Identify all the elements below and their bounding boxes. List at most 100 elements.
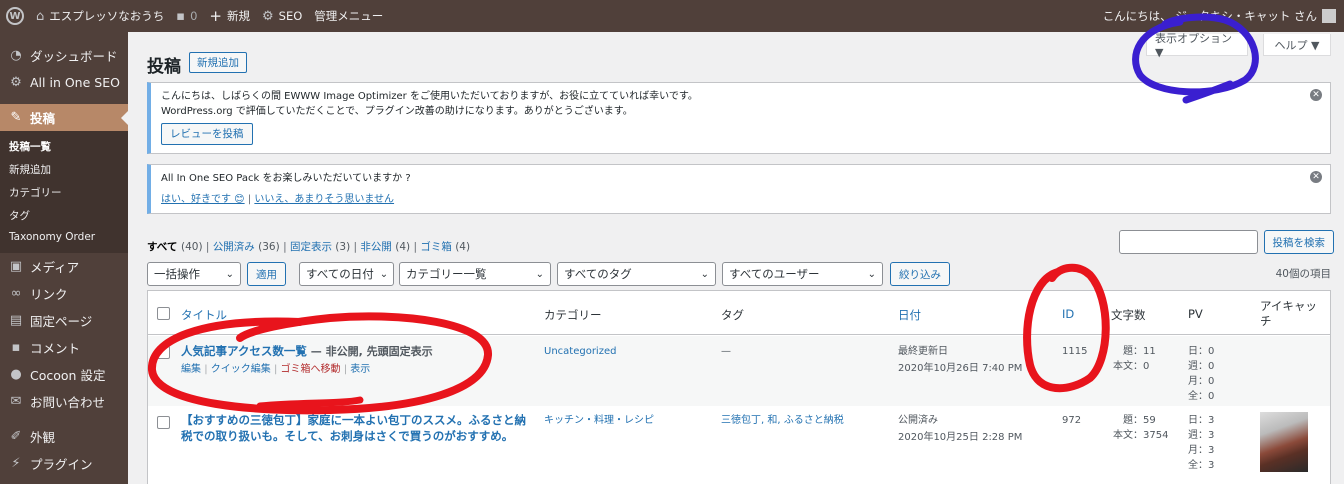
title-cell: 【おすすめの三徳包丁】家庭に一本よい包丁のススメ。ふるさと納 税での取り扱いも。そ… [181,412,526,444]
feedback-no-link[interactable]: いいえ、あまりそう思いません [254,194,394,205]
seo-label: SEO [278,9,303,23]
menu-label: 固定ページ [30,314,93,329]
plus-icon: + [209,7,222,25]
menu-posts[interactable]: ✎ 投稿 [0,104,128,131]
my-account-menu[interactable]: こんにちは、 ジ・タキシ・キャット さん [1097,0,1344,32]
feedback-yes-link[interactable]: はい、好きです 😊 [161,194,245,205]
pv-month: 月：3 [1188,445,1215,456]
menu-links[interactable]: ∞ リンク [0,280,128,307]
new-label: 新規 [226,9,250,23]
status-filters: すべて (40) | 公開済み (36) | 固定表示 (3) | 非公開 (4… [147,239,470,254]
site-name-menu[interactable]: ⌂ エスプレッソなおうち [30,0,170,32]
mail-icon: ✉ [10,394,22,409]
post-review-button[interactable]: レビューを投稿 [161,123,253,145]
seo-menu[interactable]: ⚙ SEO [256,0,308,32]
column-id[interactable]: ID [1062,307,1074,321]
column-date[interactable]: 日付 [898,307,921,323]
chars-cell: 題：59 本文：3754 [1113,413,1168,443]
filter-sticky[interactable]: 固定表示 (3) [290,241,350,253]
avatar [1322,9,1336,23]
submenu-all-posts[interactable]: 投稿一覧 [0,135,128,158]
menu-pages[interactable]: ▤ 固定ページ [0,307,128,334]
quick-edit-link[interactable]: クイック編集 [211,364,271,375]
post-title-link[interactable]: 【おすすめの三徳包丁】家庭に一本よい包丁のススメ。ふるさと納 税での取り扱いも。そ… [181,412,526,444]
screen-options-button[interactable]: 表示オプション ▼ [1146,32,1248,59]
edit-link[interactable]: 編集 [181,364,201,375]
menu-dashboard[interactable]: ◔ ダッシュボード [0,42,128,69]
submenu-categories[interactable]: カテゴリー [0,181,128,204]
pv-all: 全：0 [1188,391,1215,402]
filter-trash[interactable]: ゴミ箱 (4) [420,241,470,253]
row-checkbox[interactable] [157,346,170,359]
tag-filter-select[interactable]: すべてのタグ ⌄ [557,262,716,286]
view-link[interactable]: 表示 [350,364,370,375]
new-content-menu[interactable]: + 新規 [203,0,256,32]
search-posts-button[interactable]: 投稿を検索 [1263,230,1334,254]
notice-text: All In One SEO Pack をお楽しみいただいていますか ? [161,173,411,184]
comments-menu[interactable]: ▪ 0 [170,0,203,32]
circle-icon: ● [10,367,22,382]
filter-label: 固定表示 [289,241,332,253]
column-tags: タグ [721,308,744,322]
column-title[interactable]: タイトル [181,307,227,323]
filter-button[interactable]: 絞り込み [890,262,950,286]
dismiss-icon[interactable]: ✕ [1310,89,1322,101]
menu-cocoon[interactable]: ● Cocoon 設定 [0,361,128,388]
submenu-add-new[interactable]: 新規追加 [0,158,128,181]
dismiss-icon[interactable]: ✕ [1310,171,1322,183]
date-value: 2020年10月25日 2:28 PM [898,432,1023,443]
filter-count: (40) [181,241,203,253]
add-new-post-button[interactable]: 新規追加 [189,52,247,73]
filter-label: 非公開 [360,241,392,253]
filter-all[interactable]: すべて (40) [147,241,203,253]
brush-icon: ✐ [10,429,22,444]
filter-private[interactable]: 非公開 (4) [360,241,410,253]
post-title-link[interactable]: 人気記事アクセス数一覧 [181,344,307,358]
category-link[interactable]: Uncategorized [544,344,616,359]
menu-label: メディア [30,260,80,275]
wp-logo-menu[interactable]: W [0,0,30,32]
admin-menu-link[interactable]: 管理メニュー [308,0,389,32]
menu-plugins[interactable]: ⚡ プラグイン [0,450,128,477]
date-value: 2020年10月26日 7:40 PM [898,363,1023,374]
user-filter-select[interactable]: すべてのユーザー ⌄ [722,262,883,286]
post-search-input[interactable] [1118,230,1258,254]
table-row: 人気記事アクセス数一覧 — 非公開, 先頭固定表示 編集 | クイック編集 | … [148,336,1330,406]
title-cell: 人気記事アクセス数一覧 — 非公開, 先頭固定表示 編集 | クイック編集 | … [181,343,433,377]
date-filter-select[interactable]: すべての日付 ⌄ [299,262,394,286]
submenu-tags[interactable]: タグ [0,204,128,227]
category-filter-select[interactable]: カテゴリー一覧 ⌄ [399,262,551,286]
menu-media[interactable]: ▣ メディア [0,253,128,280]
bulk-action-select[interactable]: 一括操作 ⌄ [147,262,241,286]
site-name: エスプレッソなおうち [49,9,165,23]
menu-comments[interactable]: ▪ コメント [0,334,128,361]
menu-appearance[interactable]: ✐ 外観 [0,423,128,450]
media-icon: ▣ [9,259,23,274]
comment-icon: ▪ [176,8,186,24]
chevron-down-icon: ⌄ [225,268,234,280]
chars-title: 題：59 [1123,415,1156,426]
menu-label: コメント [30,341,81,356]
link-icon: ∞ [10,286,22,301]
menu-all-in-one-seo[interactable]: ⚙ All in One SEO [0,69,128,96]
chars-body: 本文：0 [1113,361,1150,372]
trash-link[interactable]: ゴミ箱へ移動 [281,364,341,375]
filter-published[interactable]: 公開済み (36) [213,241,280,253]
chevron-down-icon: ⌄ [700,268,709,280]
chevron-down-icon: ⌄ [867,268,876,280]
apply-button[interactable]: 適用 [247,262,286,286]
tags-cell[interactable]: 三徳包丁, 和, ふるさと納税 [721,413,844,428]
row-checkbox[interactable] [157,416,170,429]
chars-title: 題：11 [1123,346,1156,357]
column-category: カテゴリー [544,308,602,322]
menu-contact[interactable]: ✉ お問い合わせ [0,388,128,415]
select-all-checkbox[interactable] [157,307,170,320]
chars-body: 本文：3754 [1113,430,1169,441]
category-link[interactable]: キッチン・料理・レシピ [544,413,654,428]
column-eyecatch: アイキャッチ [1260,299,1317,329]
submenu-taxonomy-order[interactable]: Taxonomy Order [0,227,128,247]
eyecatch-thumbnail[interactable] [1260,412,1308,472]
separator: | [204,364,208,375]
help-button[interactable]: ヘルプ ▼ [1263,34,1331,56]
item-count: 40個の項目 [1275,268,1331,280]
